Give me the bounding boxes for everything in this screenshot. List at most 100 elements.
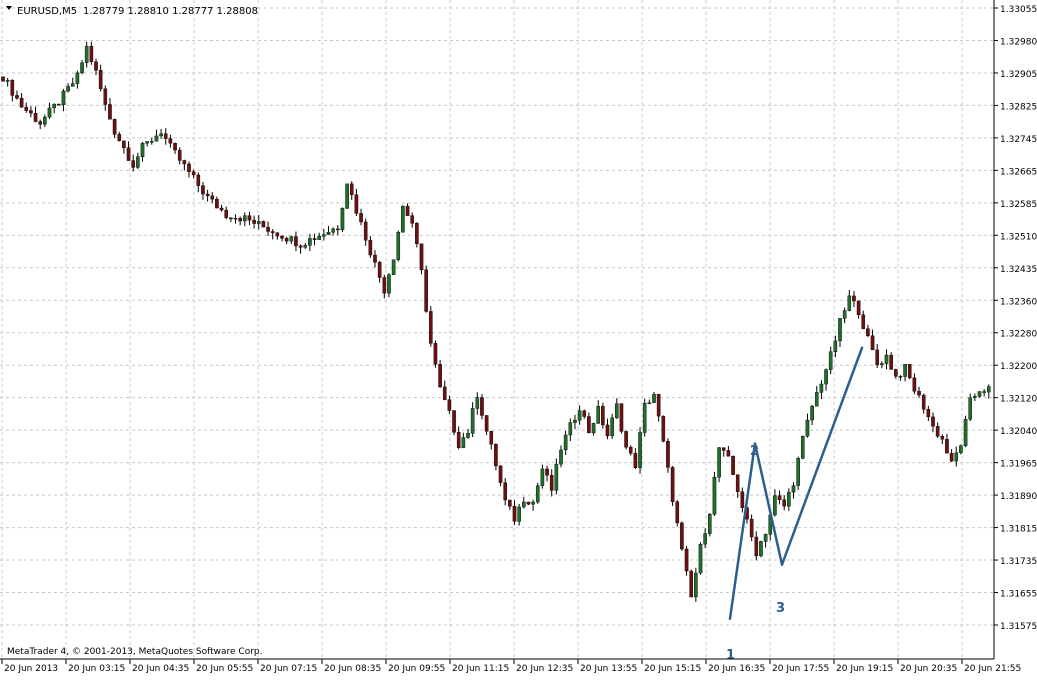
- candle-body[interactable]: [419, 243, 424, 271]
- candle-body[interactable]: [238, 218, 242, 222]
- candle-body[interactable]: [624, 431, 628, 448]
- candle-body[interactable]: [633, 453, 638, 468]
- candle-body[interactable]: [708, 513, 712, 534]
- candle-body[interactable]: [396, 231, 401, 260]
- candle-body[interactable]: [531, 501, 535, 505]
- candle-body[interactable]: [80, 62, 84, 74]
- candle-body[interactable]: [438, 364, 442, 388]
- candle-body[interactable]: [698, 543, 703, 574]
- candle-body[interactable]: [233, 218, 238, 220]
- candle-body[interactable]: [29, 110, 33, 114]
- candle-body[interactable]: [726, 450, 731, 457]
- candle-body[interactable]: [442, 386, 447, 400]
- candle-body[interactable]: [461, 437, 466, 448]
- candle-body[interactable]: [52, 103, 56, 109]
- candle-body[interactable]: [917, 391, 921, 396]
- candle-body[interactable]: [173, 143, 177, 151]
- candle-body[interactable]: [880, 363, 884, 366]
- price-chart[interactable]: 1 2 3 1.33055 1.32980 1.32905 1.32825 1.32745 1…: [0, 0, 1037, 677]
- candle-body[interactable]: [680, 522, 684, 550]
- candle-body[interactable]: [884, 354, 889, 364]
- candle-body[interactable]: [721, 447, 726, 451]
- candle-body[interactable]: [484, 415, 489, 432]
- candle-body[interactable]: [675, 501, 680, 524]
- candle-body[interactable]: [57, 103, 61, 106]
- candle-body[interactable]: [210, 195, 215, 200]
- candle-body[interactable]: [294, 236, 298, 247]
- candle-body[interactable]: [898, 376, 903, 378]
- candle-body[interactable]: [522, 501, 526, 508]
- candle-body[interactable]: [517, 506, 521, 522]
- candle-body[interactable]: [875, 349, 879, 366]
- candle-body[interactable]: [112, 119, 117, 135]
- candle-body[interactable]: [935, 426, 940, 437]
- candle-body[interactable]: [122, 140, 126, 148]
- candle-body[interactable]: [168, 138, 173, 144]
- candle-body[interactable]: [447, 399, 452, 411]
- candle-body[interactable]: [968, 397, 972, 420]
- candle-body[interactable]: [182, 160, 187, 165]
- candle-body[interactable]: [735, 474, 740, 492]
- candle-body[interactable]: [731, 456, 735, 475]
- candle-body[interactable]: [596, 406, 600, 424]
- candle-body[interactable]: [43, 116, 47, 125]
- candle-body[interactable]: [308, 238, 312, 246]
- candle-body[interactable]: [410, 215, 415, 224]
- candle-body[interactable]: [89, 46, 94, 62]
- candle-body[interactable]: [833, 340, 838, 352]
- candle-body[interactable]: [1, 76, 5, 82]
- candle-body[interactable]: [191, 171, 196, 176]
- candle-body[interactable]: [359, 213, 363, 223]
- candle-body[interactable]: [545, 468, 549, 476]
- candle-body[interactable]: [549, 475, 554, 491]
- candle-body[interactable]: [610, 417, 614, 437]
- candle-body[interactable]: [326, 232, 331, 235]
- candle-body[interactable]: [628, 446, 633, 454]
- candle-body[interactable]: [982, 391, 986, 393]
- candle-body[interactable]: [466, 433, 470, 438]
- candle-body[interactable]: [312, 238, 317, 240]
- candle-body[interactable]: [661, 415, 666, 442]
- candle-body[interactable]: [987, 386, 991, 393]
- candle-body[interactable]: [912, 377, 917, 392]
- candle-body[interactable]: [819, 383, 824, 393]
- candle-body[interactable]: [670, 467, 675, 502]
- candle-body[interactable]: [763, 533, 768, 542]
- candle-body[interactable]: [261, 221, 266, 228]
- candle-body[interactable]: [652, 393, 656, 403]
- candle-body[interactable]: [777, 495, 782, 500]
- candle-body[interactable]: [266, 226, 270, 232]
- candle-body[interactable]: [824, 369, 828, 385]
- candle-body[interactable]: [229, 217, 233, 220]
- candle-body[interactable]: [712, 476, 717, 515]
- candle-body[interactable]: [205, 193, 210, 197]
- candle-body[interactable]: [796, 458, 800, 486]
- candle-body[interactable]: [84, 46, 89, 63]
- candle-body[interactable]: [345, 183, 349, 209]
- chart-window[interactable]: 1 2 3 1.33055 1.32980 1.32905 1.32825 1.32745 1…: [0, 0, 1037, 677]
- candle-body[interactable]: [577, 410, 582, 421]
- candle-body[interactable]: [108, 104, 112, 120]
- candle-body[interactable]: [568, 422, 573, 436]
- candle-body[interactable]: [201, 185, 205, 195]
- candle-body[interactable]: [159, 133, 163, 137]
- candle-body[interactable]: [838, 318, 842, 342]
- candle-body[interactable]: [415, 223, 419, 244]
- candle-body[interactable]: [256, 221, 261, 224]
- candle-body[interactable]: [847, 295, 852, 311]
- candle-body[interactable]: [405, 205, 410, 216]
- candle-body[interactable]: [47, 107, 52, 118]
- candle-body[interactable]: [215, 198, 219, 209]
- candle-body[interactable]: [70, 83, 75, 87]
- candle-body[interactable]: [363, 221, 368, 241]
- candle-body[interactable]: [149, 141, 154, 143]
- candle-body[interactable]: [703, 533, 707, 545]
- candle-body[interactable]: [391, 259, 396, 275]
- candle-body[interactable]: [117, 134, 122, 142]
- candle-body[interactable]: [638, 432, 642, 468]
- candle-body[interactable]: [163, 133, 168, 139]
- candle-body[interactable]: [61, 90, 66, 105]
- candle-body[interactable]: [24, 106, 29, 111]
- candle-body[interactable]: [973, 396, 977, 398]
- candle-body[interactable]: [894, 369, 898, 377]
